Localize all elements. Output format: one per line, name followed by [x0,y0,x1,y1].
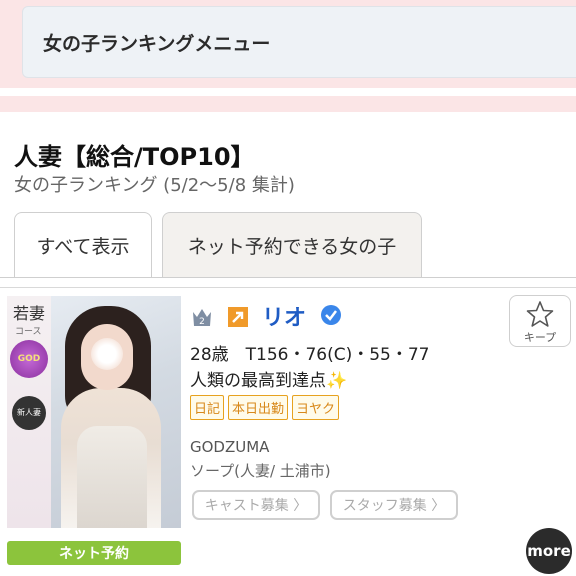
keep-button[interactable]: キープ [509,295,571,347]
cast-recruit-button[interactable]: キャスト募集 〉 [192,490,320,520]
ranking-subtitle: 女の子ランキング (5/2〜5/8 集計) [14,175,295,196]
verified-icon [321,305,341,325]
keep-label: キープ [523,331,557,344]
tag-list: 日記 本日出勤 ヨヤク [190,395,340,420]
more-button[interactable]: more [526,528,572,574]
model-dress [77,426,147,528]
tab-net-reservable[interactable]: ネット予約できる女の子 [162,212,422,278]
tag-diary[interactable]: 日記 [190,395,225,420]
tab-show-all[interactable]: すべて表示 [14,212,152,278]
photo-frame: 若妻 コース GOD 新人妻 [7,296,51,528]
face-blur [91,338,123,370]
rank-number: 2 [199,317,205,327]
girl-photo[interactable]: 若妻 コース GOD 新人妻 [7,296,181,528]
section-divider [0,96,576,112]
tab-underline [0,277,576,278]
list-divider [0,287,576,288]
girl-name[interactable]: リオ [262,300,306,332]
ranking-title: 人妻【総合/TOP10】 [14,143,255,171]
trend-up-icon [228,307,248,327]
shop-name[interactable]: GODZUMA [190,438,269,456]
tag-reserve[interactable]: ヨヤク [292,395,340,420]
girl-profile: 28歳 T156・76(C)・55・77 [190,345,430,365]
catch-copy: 人類の最高到達点✨ [190,371,348,391]
star-icon [526,301,554,327]
ranking-menu-card[interactable]: 女の子ランキングメニュー [22,6,576,78]
net-reserve-button[interactable]: ネット予約 [7,541,181,565]
crown-icon: 2 [193,309,211,327]
shop-area: ソープ(人妻/ 土浦市) [190,462,331,480]
tag-today-work[interactable]: 本日出勤 [228,395,289,420]
frame-course-sub: コース [15,327,42,337]
frame-course-text: 若妻 [13,304,46,323]
staff-recruit-button[interactable]: スタッフ募集 〉 [330,490,458,520]
ranking-menu-title: 女の子ランキングメニュー [43,33,271,55]
new-wife-badge: 新人妻 [12,396,46,430]
god-badge: GOD [10,340,48,378]
